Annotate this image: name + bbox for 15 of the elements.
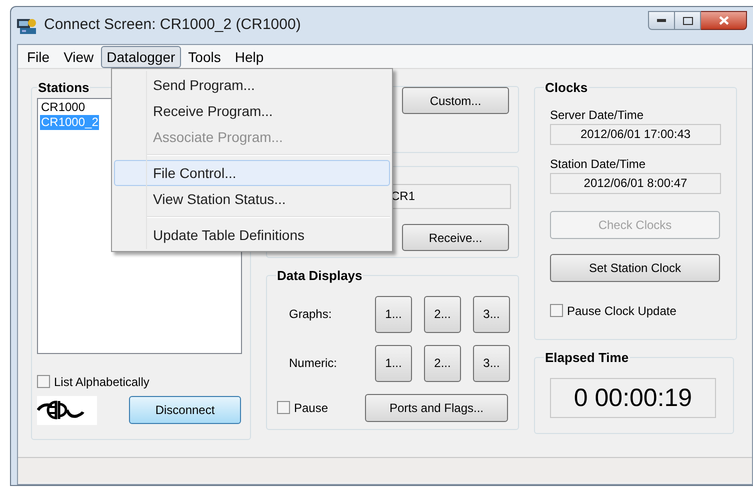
group-title: Elapsed Time bbox=[544, 349, 630, 367]
field-label: Server Date/Time bbox=[550, 106, 645, 124]
row-label: Graphs: bbox=[288, 306, 333, 323]
group-title: Data Displays bbox=[276, 267, 364, 285]
elapsed-time-display: 0 00:00:19 bbox=[550, 378, 716, 418]
group-title: Clocks bbox=[544, 79, 589, 97]
field-label: Station Date/Time bbox=[550, 156, 647, 172]
checkbox-label: Pause Clock Update bbox=[567, 302, 676, 320]
group-title: Stations bbox=[37, 79, 90, 97]
station-time-field: 2012/06/01 8:00:47 bbox=[550, 172, 721, 194]
row-label: Numeric: bbox=[288, 355, 338, 372]
window-title: Connect Screen: CR1000_2 (CR1000) bbox=[44, 15, 301, 36]
checkbox-label: Pause bbox=[294, 400, 328, 416]
server-time-field: 2012/06/01 17:00:43 bbox=[550, 124, 721, 144]
checkbox-label: List Alphabetically bbox=[54, 374, 150, 390]
